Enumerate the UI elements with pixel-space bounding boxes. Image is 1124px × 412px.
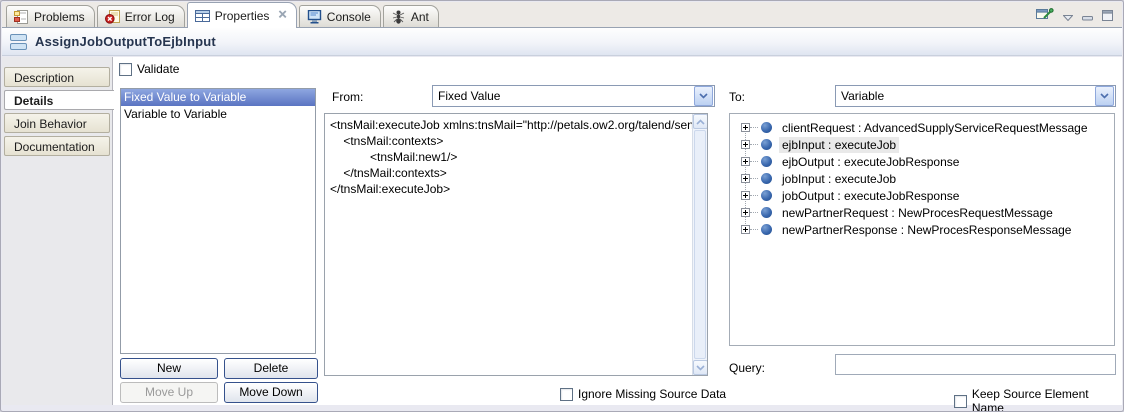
expand-plus-icon[interactable]: [741, 140, 750, 149]
fixed-value-editor[interactable]: <tnsMail:executeJob xmlns:tnsMail="http:…: [324, 113, 708, 376]
tree-item-label[interactable]: jobOutput : executeJobResponse: [779, 188, 962, 204]
tab-label: Properties: [215, 9, 270, 23]
expand-plus-icon[interactable]: [741, 191, 750, 200]
tab-console[interactable]: Console: [299, 5, 381, 27]
ant-icon: [391, 10, 406, 24]
details-panel: Validate Fixed Value to Variable Variabl…: [114, 57, 1122, 405]
tree-row[interactable]: jobOutput : executeJobResponse: [730, 187, 1114, 204]
tab-label: Ant: [411, 10, 429, 24]
validate-label: Validate: [137, 62, 179, 76]
query-label: Query:: [729, 361, 765, 375]
problems-icon: [14, 10, 29, 24]
new-button[interactable]: New: [120, 358, 218, 379]
tab-ant[interactable]: Ant: [383, 5, 439, 27]
ignore-missing-label: Ignore Missing Source Data: [578, 387, 726, 401]
tab-properties[interactable]: Properties ❌︎: [187, 2, 297, 28]
properties-view: Problems Error Log Properties ❌︎ Console: [0, 0, 1124, 412]
form-icon: [10, 34, 27, 50]
to-label: To:: [729, 90, 745, 104]
view-menu-icon[interactable]: [1063, 8, 1073, 26]
tree-item-label[interactable]: ejbOutput : executeJobResponse: [779, 154, 962, 170]
delete-button[interactable]: Delete: [224, 358, 318, 379]
variable-icon: [761, 224, 772, 235]
from-combo[interactable]: Fixed Value: [432, 85, 715, 107]
variable-icon: [761, 122, 772, 133]
expand-plus-icon[interactable]: [741, 123, 750, 132]
expand-plus-icon[interactable]: [741, 225, 750, 234]
xml-content: <tnsMail:executeJob xmlns:tnsMail="http:…: [325, 114, 692, 375]
list-item[interactable]: Variable to Variable: [121, 106, 315, 123]
ignore-missing-row: Ignore Missing Source Data: [560, 387, 726, 401]
tree-row[interactable]: ejbInput : executeJob: [730, 136, 1114, 153]
page-title: AssignJobOutputToEjbInput: [35, 34, 216, 49]
expand-plus-icon[interactable]: [741, 208, 750, 217]
tab-label: Error Log: [125, 10, 175, 24]
tree-item-label[interactable]: ejbInput : executeJob: [779, 137, 899, 153]
properties-header: AssignJobOutputToEjbInput: [2, 28, 1122, 56]
view-tab-bar: Problems Error Log Properties ❌︎ Console: [2, 2, 1122, 28]
chevron-down-icon[interactable]: [1095, 86, 1114, 106]
keep-source-row: Keep Source Element Name: [954, 387, 1122, 412]
sidebar: Description Details Join Behavior Docume…: [2, 57, 113, 405]
query-input[interactable]: [835, 354, 1116, 375]
sidebar-item-documentation[interactable]: Documentation: [4, 136, 110, 156]
scrollbar-thumb[interactable]: [694, 130, 706, 359]
validate-checkbox[interactable]: [119, 63, 132, 76]
console-icon: [307, 10, 322, 24]
tree-row[interactable]: jobInput : executeJob: [730, 170, 1114, 187]
tab-problems[interactable]: Problems: [6, 5, 95, 27]
variable-icon: [761, 173, 772, 184]
properties-body: Description Details Join Behavior Docume…: [2, 57, 1122, 405]
move-up-button: Move Up: [120, 382, 218, 403]
tab-label: Console: [327, 10, 371, 24]
tree-item-label[interactable]: jobInput : executeJob: [779, 171, 899, 187]
vertical-scrollbar[interactable]: [692, 114, 707, 375]
keep-source-checkbox[interactable]: [954, 395, 967, 408]
to-combo[interactable]: Variable: [835, 85, 1116, 107]
scroll-down-icon[interactable]: [693, 360, 708, 375]
variable-icon: [761, 139, 772, 150]
close-icon[interactable]: ❌︎: [278, 10, 286, 21]
sidebar-item-details[interactable]: Details: [4, 90, 114, 110]
tree-item-label[interactable]: newPartnerResponse : NewProcesResponseMe…: [779, 222, 1074, 238]
scroll-up-icon[interactable]: [693, 114, 708, 129]
variable-icon: [761, 190, 772, 201]
properties-icon: [195, 9, 210, 23]
mapping-list: Fixed Value to Variable Variable to Vari…: [120, 88, 316, 354]
expand-plus-icon[interactable]: [741, 157, 750, 166]
sidebar-item-join-behavior[interactable]: Join Behavior: [4, 113, 110, 133]
pin-view-icon[interactable]: [1036, 7, 1054, 27]
variable-icon: [761, 156, 772, 167]
move-down-button[interactable]: Move Down: [224, 382, 318, 403]
tab-label: Problems: [34, 10, 85, 24]
tree-row[interactable]: clientRequest : AdvancedSupplyServiceReq…: [730, 119, 1114, 136]
tree-item-label[interactable]: clientRequest : AdvancedSupplyServiceReq…: [779, 120, 1091, 136]
view-toolbar: [1036, 7, 1113, 27]
sidebar-item-description[interactable]: Description: [4, 67, 110, 87]
tree-item-label[interactable]: newPartnerRequest : NewProcesRequestMess…: [779, 205, 1056, 221]
tab-error-log[interactable]: Error Log: [97, 5, 185, 27]
list-item[interactable]: Fixed Value to Variable: [121, 89, 315, 106]
from-label: From:: [332, 90, 363, 104]
minimize-icon[interactable]: [1082, 8, 1093, 26]
expand-plus-icon[interactable]: [741, 174, 750, 183]
tree-row[interactable]: newPartnerRequest : NewProcesRequestMess…: [730, 204, 1114, 221]
maximize-icon[interactable]: [1102, 8, 1113, 26]
chevron-down-icon[interactable]: [694, 86, 713, 106]
to-combo-value: Variable: [836, 89, 1095, 103]
keep-source-label: Keep Source Element Name: [972, 387, 1122, 412]
tree-row[interactable]: ejbOutput : executeJobResponse: [730, 153, 1114, 170]
ignore-missing-checkbox[interactable]: [560, 388, 573, 401]
variable-tree: clientRequest : AdvancedSupplyServiceReq…: [729, 113, 1115, 346]
variable-icon: [761, 207, 772, 218]
validate-row: Validate: [119, 62, 179, 76]
from-combo-value: Fixed Value: [433, 89, 694, 103]
error-log-icon: [105, 10, 120, 24]
tree-row[interactable]: newPartnerResponse : NewProcesResponseMe…: [730, 221, 1114, 238]
